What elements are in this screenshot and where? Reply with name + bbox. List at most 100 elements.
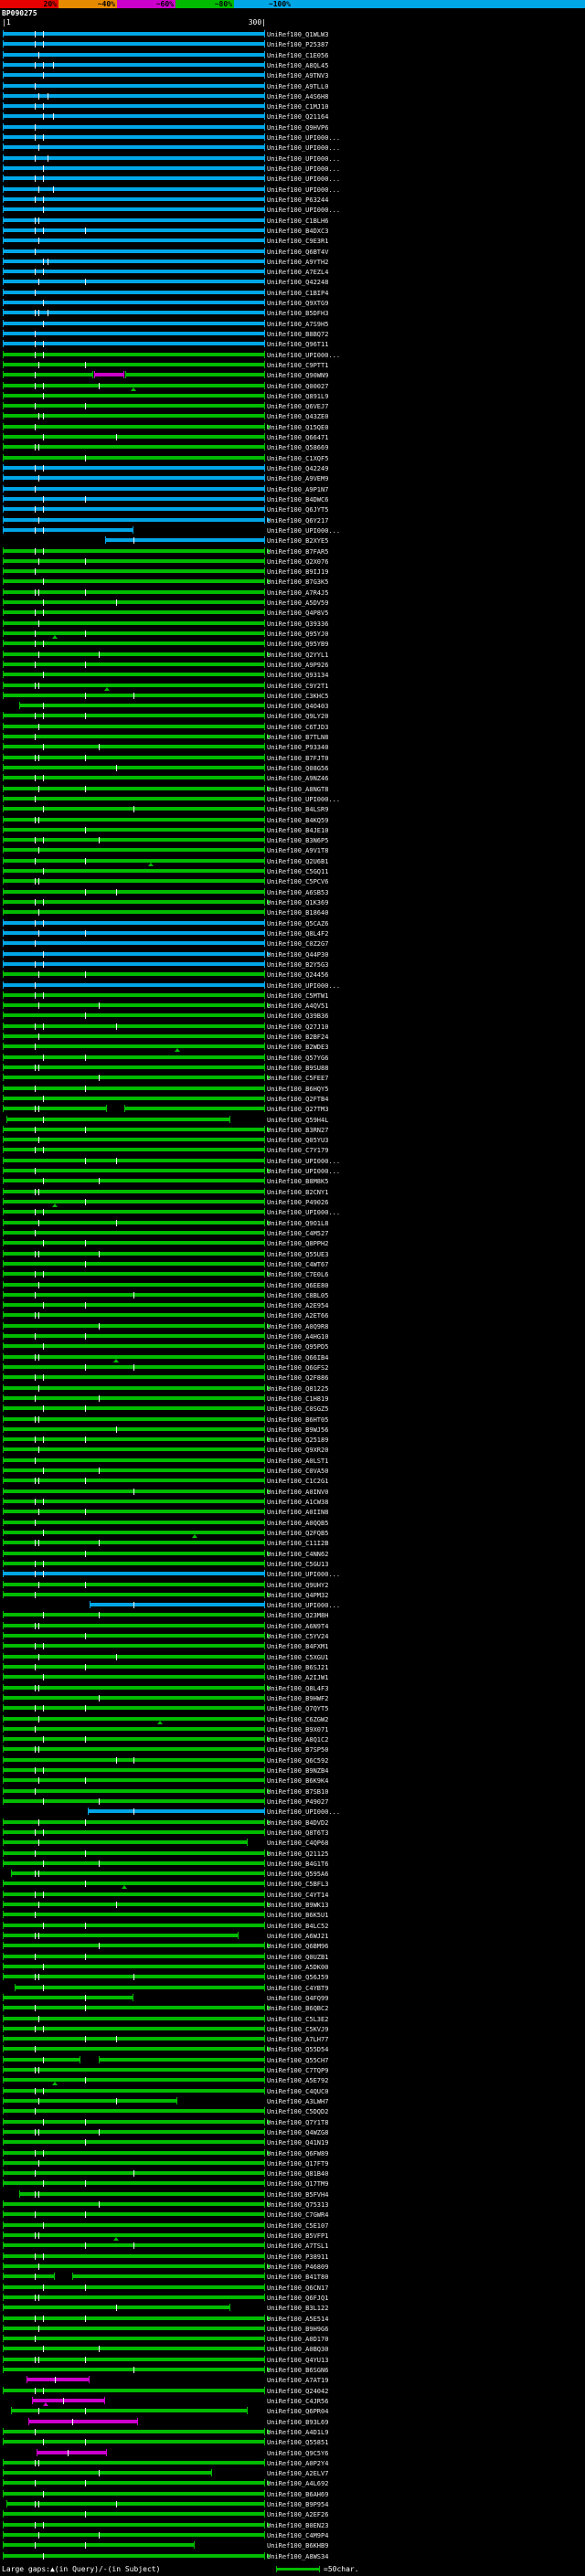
alignment-bar[interactable] [19,704,265,707]
subject-label[interactable]: UniRef100_A4D1L9 [267,2428,328,2437]
alignment-bar[interactable] [3,900,265,904]
subject-label[interactable]: UniRef100_C5GU13 [267,1560,328,1569]
alignment-bar[interactable] [3,301,265,304]
alignment-bar[interactable] [3,207,265,211]
subject-label[interactable]: UniRef100_Q21125 [267,1850,328,1859]
alignment-bar[interactable] [3,1097,265,1100]
alignment-bar[interactable] [3,342,265,345]
subject-label[interactable]: UniRef100_Q59H4L [267,1116,328,1125]
alignment-bar[interactable] [3,756,265,759]
subject-label[interactable]: UniRef100_P49026 [267,1198,328,1207]
alignment-bar[interactable] [3,2523,265,2527]
subject-label[interactable]: UniRef100_Q24042 [267,2387,328,2396]
subject-label[interactable]: UniRef100_Q44P30 [267,950,328,959]
alignment-bar[interactable] [3,859,265,863]
alignment-bar[interactable] [3,1458,265,1462]
alignment-bar[interactable] [3,1303,265,1307]
alignment-bar[interactable] [3,1334,265,1338]
alignment-bar[interactable] [3,1479,265,1482]
alignment-bar[interactable] [3,2037,265,2041]
subject-label[interactable]: UniRef100_UPI000... [267,1167,340,1176]
subject-label[interactable]: UniRef100_B4FXM1 [267,1642,328,1651]
alignment-bar[interactable] [3,652,265,656]
alignment-bar[interactable] [3,2151,265,2155]
subject-label[interactable]: UniRef100_Q17TM9 [267,2179,328,2189]
alignment-bar[interactable] [3,559,265,563]
alignment-bar[interactable] [3,2492,265,2496]
subject-label[interactable]: UniRef100_A0BQ30 [267,2345,328,2354]
subject-label[interactable]: UniRef100_C1BLH6 [267,217,328,226]
subject-label[interactable]: UniRef100_B7G3K5 [267,578,328,587]
alignment-bar[interactable] [3,2161,265,2165]
subject-label[interactable]: UniRef100_Q55UE3 [267,1250,328,1259]
subject-label[interactable]: UniRef100_B6HQY5 [267,1085,328,1094]
alignment-bar[interactable] [3,1252,265,1256]
alignment-bar[interactable] [3,1087,265,1090]
subject-label[interactable]: UniRef100_C5GQ11 [267,867,328,876]
subject-label[interactable]: UniRef100_C1BIP4 [267,289,328,298]
alignment-bar[interactable] [72,2274,265,2278]
subject-label[interactable]: UniRef100_C5PCV6 [267,877,328,886]
alignment-bar[interactable] [3,1024,265,1028]
subject-label[interactable]: UniRef100_B9H9G6 [267,2325,328,2334]
subject-label[interactable]: UniRef100_Q75313 [267,2200,328,2210]
subject-label[interactable]: UniRef100_B7FJT0 [267,754,328,763]
alignment-bar[interactable] [3,1344,265,1348]
alignment-bar[interactable] [3,590,265,594]
alignment-bar[interactable] [3,156,265,160]
subject-label[interactable]: UniRef100_A5DV59 [267,599,328,608]
alignment-bar[interactable] [3,787,265,790]
subject-label[interactable]: UniRef100_P49027 [267,1797,328,1807]
alignment-bar[interactable] [3,1437,265,1441]
alignment-bar[interactable] [3,2533,265,2537]
alignment-bar[interactable] [3,1013,265,1017]
subject-label[interactable]: UniRef100_Q9XR20 [267,1446,328,1455]
subject-label[interactable]: UniRef100_Q42248 [267,278,328,287]
alignment-bar[interactable] [124,1107,265,1110]
subject-label[interactable]: UniRef100_Q56J59 [267,1973,328,1982]
alignment-bar[interactable] [3,507,265,511]
alignment-bar[interactable] [3,921,265,925]
subject-label[interactable]: UniRef100_Q81225 [267,1384,328,1394]
subject-label[interactable]: UniRef100_Q6GFS2 [267,1363,328,1373]
alignment-bar[interactable] [3,270,265,273]
alignment-bar[interactable] [3,848,265,852]
subject-label[interactable]: UniRef100_Q6BT4V [267,248,328,257]
alignment-bar[interactable] [3,2130,265,2134]
subject-label[interactable]: UniRef100_B4DXC3 [267,227,328,236]
alignment-bar[interactable] [28,2420,138,2423]
subject-label[interactable]: UniRef100_C4YT14 [267,1891,328,1900]
subject-label[interactable]: UniRef100_A7LH77 [267,2035,328,2044]
subject-label[interactable]: UniRef100_P38911 [267,2253,328,2262]
subject-label[interactable]: UniRef100_B7SP50 [267,1745,328,1754]
subject-label[interactable]: UniRef100_B3RN27 [267,1126,328,1135]
alignment-bar[interactable] [3,311,265,314]
alignment-bar[interactable] [3,1541,265,1544]
subject-label[interactable]: UniRef100_Q81B40 [267,2169,328,2178]
alignment-bar[interactable] [3,1324,265,1328]
alignment-bar[interactable] [3,631,265,635]
subject-label[interactable]: UniRef100_B3L122 [267,2304,328,2313]
alignment-bar[interactable] [3,404,265,408]
alignment-bar[interactable] [3,1686,265,1690]
subject-label[interactable]: UniRef100_B5VFP1 [267,2231,328,2241]
alignment-bar[interactable] [3,1468,265,1472]
alignment-bar[interactable] [3,32,265,36]
alignment-bar[interactable] [99,2058,265,2062]
alignment-bar[interactable] [3,1159,265,1162]
subject-label[interactable]: UniRef100_A6SB53 [267,888,328,897]
subject-label[interactable]: UniRef100_A7S9H5 [267,320,328,329]
subject-label[interactable]: UniRef100_A0P2Y4 [267,2459,328,2468]
subject-label[interactable]: UniRef100_B7TLN8 [267,733,328,742]
alignment-bar[interactable] [3,1778,265,1782]
subject-label[interactable]: UniRef100_Q6Y217 [267,516,328,525]
alignment-bar[interactable] [3,745,265,748]
alignment-bar[interactable] [3,94,265,98]
alignment-bar[interactable] [3,1169,265,1172]
alignment-bar[interactable] [3,714,265,717]
subject-label[interactable]: UniRef100_B8M8K5 [267,1177,328,1186]
alignment-bar[interactable] [3,1055,265,1059]
alignment-bar[interactable] [3,114,265,118]
alignment-bar[interactable] [3,332,265,335]
alignment-bar[interactable] [3,2358,265,2361]
